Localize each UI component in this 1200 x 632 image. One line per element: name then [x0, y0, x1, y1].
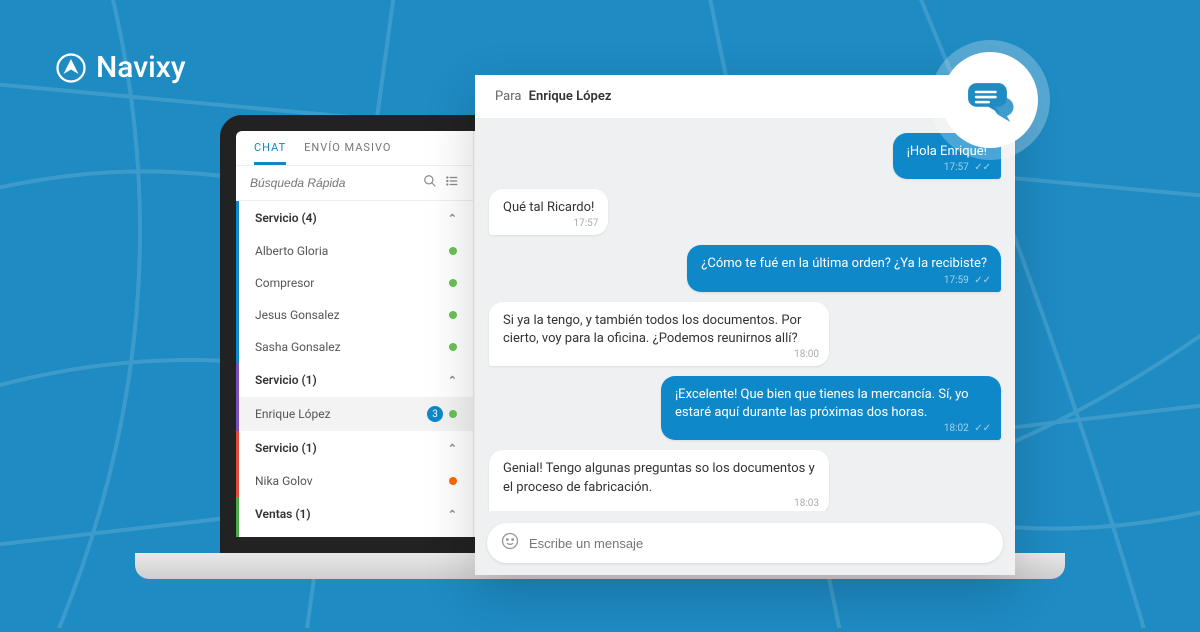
group-title: Servicio (4): [255, 211, 317, 225]
read-checks-icon: ✓✓: [974, 162, 991, 173]
message-outgoing: ¿Cómo te fué en la última orden? ¿Ya la …: [687, 245, 1001, 291]
contact-row[interactable]: Compresor: [236, 267, 473, 299]
chevron-up-icon: ⌃: [448, 442, 457, 455]
status-dot: [449, 543, 457, 551]
message-time: 18:02 ✓✓: [944, 422, 991, 436]
chevron-up-icon: ⌃: [448, 508, 457, 521]
message-time: 18:00: [794, 348, 819, 362]
message-row: ¿Cómo te fué en la última orden? ¿Ya la …: [489, 245, 1001, 291]
contact-row[interactable]: Jesus Gonsalez: [236, 299, 473, 331]
message-text: Si ya la tengo, y también todos los docu…: [503, 313, 801, 346]
contact-row[interactable]: Nika Golov: [236, 465, 473, 497]
status-dot: [449, 477, 457, 485]
brand-icon: [56, 53, 86, 83]
contact-name: Alberto Gloria: [255, 244, 328, 258]
sidebar: CHAT ENVÍO MASIVO Servicio (4) ⌃ Alberto G…: [236, 131, 474, 537]
contact-row[interactable]: Enrique López 3: [236, 397, 473, 431]
compose-area: [475, 511, 1015, 575]
message-text: Qué tal Ricardo!: [503, 200, 594, 215]
group-header[interactable]: Servicio (4) ⌃: [236, 201, 473, 235]
message-time: 17:57 ✓✓: [944, 161, 991, 175]
contact-name: Compresor: [255, 276, 314, 290]
brand-logo: Navixy: [56, 50, 186, 85]
status-dot: [449, 247, 457, 255]
compose-input[interactable]: [529, 536, 989, 551]
group-title: Servicio (1): [255, 441, 317, 455]
sidebar-tabs: CHAT ENVÍO MASIVO: [236, 131, 473, 166]
message-row: Si ya la tengo, y también todos los docu…: [489, 302, 1001, 366]
status-dot: [449, 279, 457, 287]
compose-box[interactable]: [487, 523, 1003, 563]
contact-name: Enrique López: [255, 407, 331, 421]
contact-row[interactable]: Sasha Gonsalez: [236, 331, 473, 363]
read-checks-icon: ✓✓: [974, 423, 991, 434]
group-header[interactable]: Servicio (1) ⌃: [236, 431, 473, 465]
read-checks-icon: ✓✓: [974, 275, 991, 286]
message-text: ¡Excelente! Que bien que tienes la merca…: [675, 387, 969, 420]
message-incoming: Genial! Tengo algunas preguntas so los d…: [489, 450, 829, 511]
contact-row[interactable]: Fernando Golden: [236, 531, 473, 553]
contact-name: Fernando Golden: [255, 540, 346, 553]
status-dot: [449, 343, 457, 351]
emoji-icon[interactable]: [501, 532, 519, 554]
message-incoming: Qué tal Ricardo! 17:57: [489, 189, 608, 235]
search-icon[interactable]: [423, 174, 437, 192]
status-dot: [449, 311, 457, 319]
message-time: 17:57: [573, 217, 598, 231]
message-row: ¡Hola Enrique!17:57 ✓✓: [489, 133, 1001, 179]
chat-header-name: Enrique López: [529, 89, 612, 104]
message-row: Genial! Tengo algunas preguntas so los d…: [489, 450, 1001, 511]
message-row: ¡Excelente! Que bien que tienes la merca…: [489, 376, 1001, 440]
unread-badge: 3: [427, 406, 443, 422]
contact-name: Jesus Gonsalez: [255, 308, 340, 322]
message-time: 17:59 ✓✓: [944, 274, 991, 288]
chevron-up-icon: ⌃: [448, 212, 457, 225]
message-time: 18:03: [794, 497, 819, 511]
message-outgoing: ¡Excelente! Que bien que tienes la merca…: [661, 376, 1001, 440]
chat-feature-badge: [930, 40, 1050, 160]
chevron-up-icon: ⌃: [448, 374, 457, 387]
contact-row[interactable]: Alberto Gloria: [236, 235, 473, 267]
tab-broadcast[interactable]: ENVÍO MASIVO: [304, 141, 391, 165]
tab-chat[interactable]: CHAT: [254, 141, 286, 165]
contact-name: Sasha Gonsalez: [255, 340, 341, 354]
group-header[interactable]: Servicio (1) ⌃: [236, 363, 473, 397]
status-dot: [449, 410, 457, 418]
search-input[interactable]: [250, 176, 415, 190]
chat-body: ¡Hola Enrique!17:57 ✓✓ Qué tal Ricardo! 17…: [475, 119, 1015, 511]
group-header[interactable]: Ventas (1) ⌃: [236, 497, 473, 531]
message-text: Genial! Tengo algunas preguntas so los d…: [503, 461, 815, 494]
chat-bubbles-icon: [963, 73, 1017, 127]
contact-name: Nika Golov: [255, 474, 313, 488]
group-title: Servicio (1): [255, 373, 317, 387]
brand-name: Navixy: [96, 50, 186, 85]
search-row: [236, 166, 473, 201]
message-row: Qué tal Ricardo! 17:57: [489, 189, 1001, 235]
group-title: Ventas (1): [255, 507, 311, 521]
chat-window: Para Enrique López ¡Hola Enrique!17:57 ✓…: [475, 75, 1015, 575]
chat-header-label: Para: [495, 89, 521, 104]
list-view-icon[interactable]: [445, 174, 459, 192]
message-text: ¿Cómo te fué en la última orden? ¿Ya la …: [701, 256, 987, 271]
message-incoming: Si ya la tengo, y también todos los docu…: [489, 302, 829, 366]
